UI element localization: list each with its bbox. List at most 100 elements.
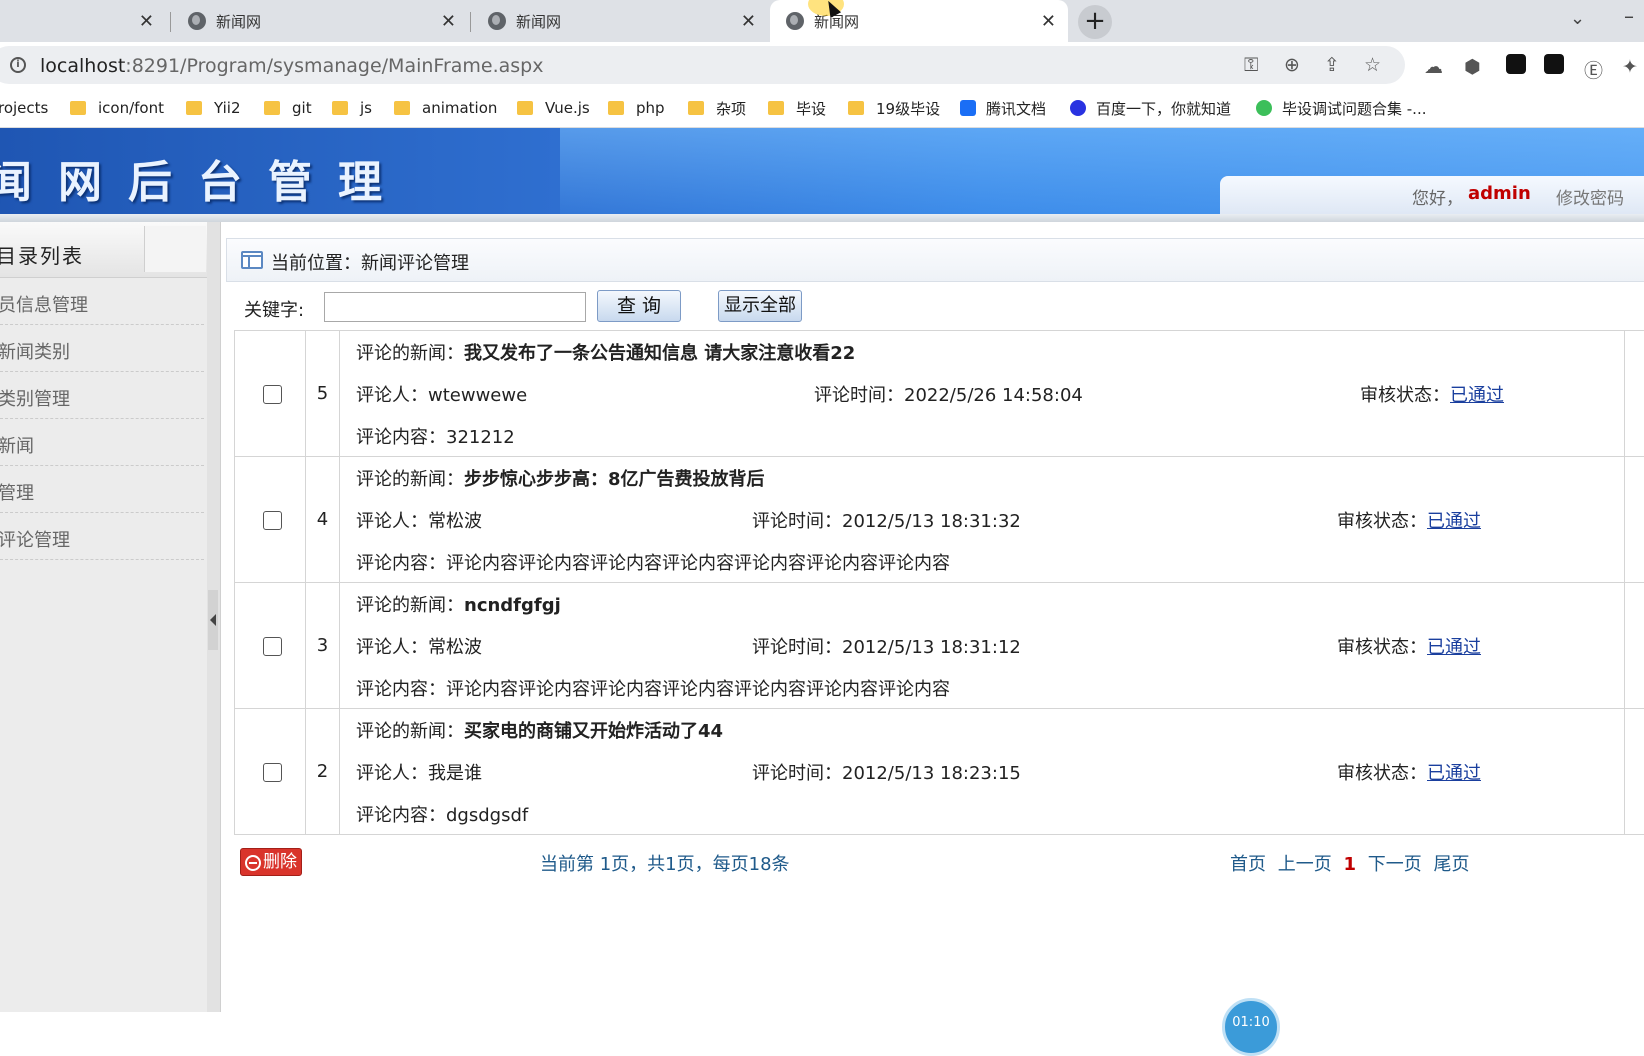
row-checkbox[interactable] [263, 511, 282, 530]
bookmark-item[interactable]: rojects [0, 97, 48, 119]
sidebar-title: 目录列表 [0, 244, 84, 268]
info-icon[interactable]: i [10, 57, 26, 73]
query-button[interactable]: 查 询 [597, 290, 681, 322]
list-footer: 删除 当前第 1页，共1页，每页18条 首页 上一页 1 下一页 尾页 [226, 846, 1644, 882]
current-page: 1 [1343, 854, 1356, 875]
window-minimize-icon[interactable]: – [1624, 4, 1634, 28]
bookmark-folder[interactable]: 毕设 [768, 97, 826, 119]
row-id: 4 [306, 457, 340, 583]
bookmark-folder[interactable]: Vue.js [517, 97, 590, 119]
close-tab-icon[interactable]: ✕ [1041, 11, 1056, 32]
last-page-link[interactable]: 尾页 [1433, 854, 1469, 875]
news-label: 评论的新闻： [356, 469, 464, 490]
row-right-border [1624, 709, 1625, 835]
close-tab-icon[interactable]: ✕ [441, 11, 456, 32]
adblock-icon[interactable]: ⬢ [1464, 56, 1481, 78]
close-tab-icon[interactable]: ✕ [139, 11, 154, 32]
tab-separator [170, 12, 171, 32]
row-checkbox[interactable] [263, 385, 282, 404]
news-title: 我又发布了一条公告通知信息 请大家注意收看22 [464, 343, 856, 364]
share-icon[interactable]: ⇪ [1324, 54, 1340, 76]
bookmark-item[interactable]: 百度一下，你就知道 [1070, 97, 1231, 119]
sidebar-header: 目录列表 [0, 222, 207, 278]
folder-icon [264, 101, 280, 115]
bookmark-folder[interactable]: js [332, 97, 372, 119]
close-tab-icon[interactable]: ✕ [741, 11, 756, 32]
change-password-link[interactable]: 修改密码 [1556, 184, 1624, 209]
sidebar-item-label: 管理 [0, 483, 34, 504]
extension-cloud-icon[interactable]: ☁ [1424, 56, 1443, 78]
show-all-button[interactable]: 显示全部 [718, 290, 802, 322]
sidebar-item-manage[interactable]: 管理 [0, 466, 204, 513]
bookmark-item[interactable]: 毕设调试问题合集 -... [1256, 97, 1427, 119]
extension-glasses-icon[interactable] [1544, 54, 1564, 74]
recorder-timer-badge[interactable]: 01:10 [1222, 998, 1280, 1056]
delete-button[interactable]: 删除 [240, 848, 302, 876]
sidebar-item-category-manage[interactable]: 类别管理 [0, 372, 204, 419]
tab-search-chevron-icon[interactable]: ⌄ [1570, 8, 1585, 29]
status-link[interactable]: 已通过 [1427, 511, 1481, 532]
browser-tab-2[interactable]: 新闻网 ✕ [172, 0, 468, 42]
puzzle-icon[interactable]: ✦ [1622, 56, 1638, 78]
bookmark-folder[interactable]: 19级毕设 [848, 97, 940, 119]
url-text[interactable]: localhost:8291/Program/sysmanage/MainFra… [40, 55, 544, 77]
extension-screen-icon[interactable] [1506, 54, 1526, 74]
status-link[interactable]: 已通过 [1450, 385, 1504, 406]
status-line: 审核状态：已通过 [1360, 381, 1504, 407]
bookmark-label: 毕设调试问题合集 -... [1282, 99, 1427, 118]
bookmark-label: Vue.js [545, 99, 590, 117]
commenter-label: 评论人： [356, 385, 428, 406]
content-line: 评论内容：dgsdgsdf [356, 801, 528, 827]
first-page-link[interactable]: 首页 [1230, 854, 1266, 875]
sidebar-item-news[interactable]: 新闻 [0, 419, 204, 466]
row-right-border [1624, 457, 1625, 583]
tab-title: 新闻网 [516, 12, 562, 31]
comment-row: 3 评论的新闻：ncndfgfgj 评论人：常松波 评论时间：2012/5/13 18… [234, 583, 1644, 709]
bookmark-label: 毕设 [796, 99, 827, 118]
bookmark-folder[interactable]: php [608, 97, 665, 119]
bookmark-item[interactable]: 腾讯文档 [960, 97, 1046, 119]
news-label: 评论的新闻： [356, 595, 464, 616]
folder-icon [848, 101, 864, 115]
bookmark-folder[interactable]: git [264, 97, 312, 119]
keyword-input[interactable] [324, 292, 586, 322]
content-line: 评论内容：321212 [356, 423, 515, 449]
time-line: 评论时间：2012/5/13 18:31:32 [752, 507, 1021, 533]
collapse-arrow-icon[interactable] [208, 590, 218, 650]
time-line: 评论时间：2012/5/13 18:23:15 [752, 759, 1021, 785]
sidebar-item-comment-manage[interactable]: 评论管理 [0, 513, 204, 560]
status-link[interactable]: 已通过 [1427, 763, 1481, 784]
zoom-icon[interactable]: ⊕ [1284, 54, 1300, 76]
extension-e-icon[interactable]: Ⓔ [1584, 56, 1603, 83]
key-icon[interactable]: ⚿ [1244, 54, 1258, 76]
sidebar-item-news-category[interactable]: 新闻类别 [0, 325, 204, 372]
comment-details: 评论的新闻：步步惊心步步高：8亿广告费投放背后 评论人：常松波 评论时间：2012/… [340, 457, 1644, 583]
status-label: 审核状态： [1360, 385, 1450, 406]
bookmark-label: icon/font [98, 99, 164, 117]
new-tab-button[interactable]: + [1078, 5, 1112, 39]
bookmark-folder[interactable]: Yii2 [186, 97, 241, 119]
chat-bubble-icon [1256, 100, 1272, 116]
browser-tab-1[interactable]: ✕ [0, 0, 166, 42]
bookmark-folder[interactable]: icon/font [70, 97, 164, 119]
comment-details: 评论的新闻：我又发布了一条公告通知信息 请大家注意收看22 评论人：wtewwew… [340, 331, 1644, 457]
row-checkbox[interactable] [263, 763, 282, 782]
row-checkbox[interactable] [263, 637, 282, 656]
app-title: 闻网后台管理 [0, 157, 408, 208]
sidebar-item-staff-info[interactable]: 员信息管理 [0, 278, 204, 325]
commenter-line: 评论人：常松波 [356, 507, 482, 533]
prev-page-link[interactable]: 上一页 [1278, 854, 1332, 875]
sidebar-splitter[interactable] [207, 222, 221, 1012]
bookmark-folder[interactable]: animation [394, 97, 497, 119]
comment-details: 评论的新闻：买家电的商铺又开始炸活动了44 评论人：我是谁 评论时间：2012/5/… [340, 709, 1644, 835]
browser-tab-3[interactable]: 新闻网 ✕ [472, 0, 768, 42]
bookmark-folder[interactable]: 杂项 [688, 97, 746, 119]
commenter-line: 评论人：我是谁 [356, 759, 482, 785]
next-page-link[interactable]: 下一页 [1368, 854, 1422, 875]
sidebar-item-label: 新闻类别 [0, 342, 70, 363]
bookmark-star-icon[interactable]: ☆ [1364, 54, 1381, 76]
news-label: 评论的新闻： [356, 721, 464, 742]
bookmark-label: 19级毕设 [876, 99, 941, 118]
omnibox[interactable]: i localhost:8291/Program/sysmanage/MainF… [0, 46, 1405, 84]
status-link[interactable]: 已通过 [1427, 637, 1481, 658]
